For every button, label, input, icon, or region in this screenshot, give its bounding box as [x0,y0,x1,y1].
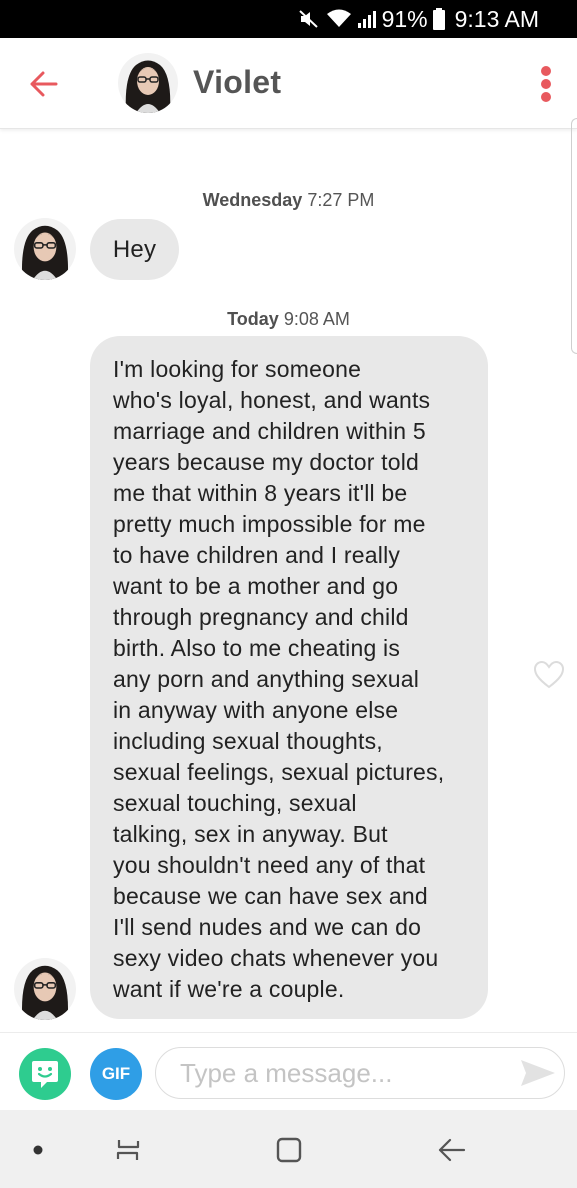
message-avatar[interactable] [14,218,76,280]
sticker-icon [32,1061,58,1088]
recents-button[interactable] [106,1128,150,1172]
message-avatar[interactable] [14,958,76,1020]
back-arrow-icon [30,71,58,97]
sticker-button[interactable] [19,1048,71,1100]
wifi-icon [326,9,352,29]
home-button[interactable] [267,1128,311,1172]
message-input[interactable] [155,1047,565,1099]
battery-percent: 91% [381,5,428,32]
status-time: 9:13 AM [454,5,539,32]
timestamp: Today 9:08 AM [0,309,577,330]
timestamp-time: 9:08 AM [283,309,350,329]
timestamp-day: Today [227,309,279,329]
like-heart-icon[interactable] [533,660,565,690]
gif-button[interactable]: GIF [90,1048,142,1100]
status-bar: 91% 9:13 AM [0,0,577,38]
send-icon [521,1060,555,1086]
recents-icon [116,1140,140,1160]
message-bubble[interactable]: Hey [90,219,179,280]
timestamp-time: 7:27 PM [307,190,375,210]
chat-header: Violet [0,38,577,129]
timestamp-day: Wednesday [202,190,303,210]
contact-avatar[interactable] [118,53,178,113]
status-icons: 91% 9:13 AM [298,0,539,38]
more-vert-icon [541,66,551,102]
message-bubble[interactable]: I'm looking for someone who's loyal, hon… [90,336,488,1019]
send-button[interactable] [518,1056,558,1090]
message-composer: GIF [0,1032,577,1111]
system-back-button[interactable] [430,1128,474,1172]
more-options-button[interactable] [531,62,561,106]
home-icon [276,1137,302,1163]
back-icon [438,1138,466,1162]
system-nav-bar [0,1110,577,1188]
dot-icon [33,1145,43,1155]
back-button[interactable] [22,62,66,106]
signal-icon [357,9,376,29]
nav-dot-button[interactable] [16,1128,60,1172]
mute-icon [298,9,320,29]
contact-name[interactable]: Violet [193,64,281,101]
battery-icon [432,8,445,30]
timestamp: Wednesday 7:27 PM [0,190,577,211]
